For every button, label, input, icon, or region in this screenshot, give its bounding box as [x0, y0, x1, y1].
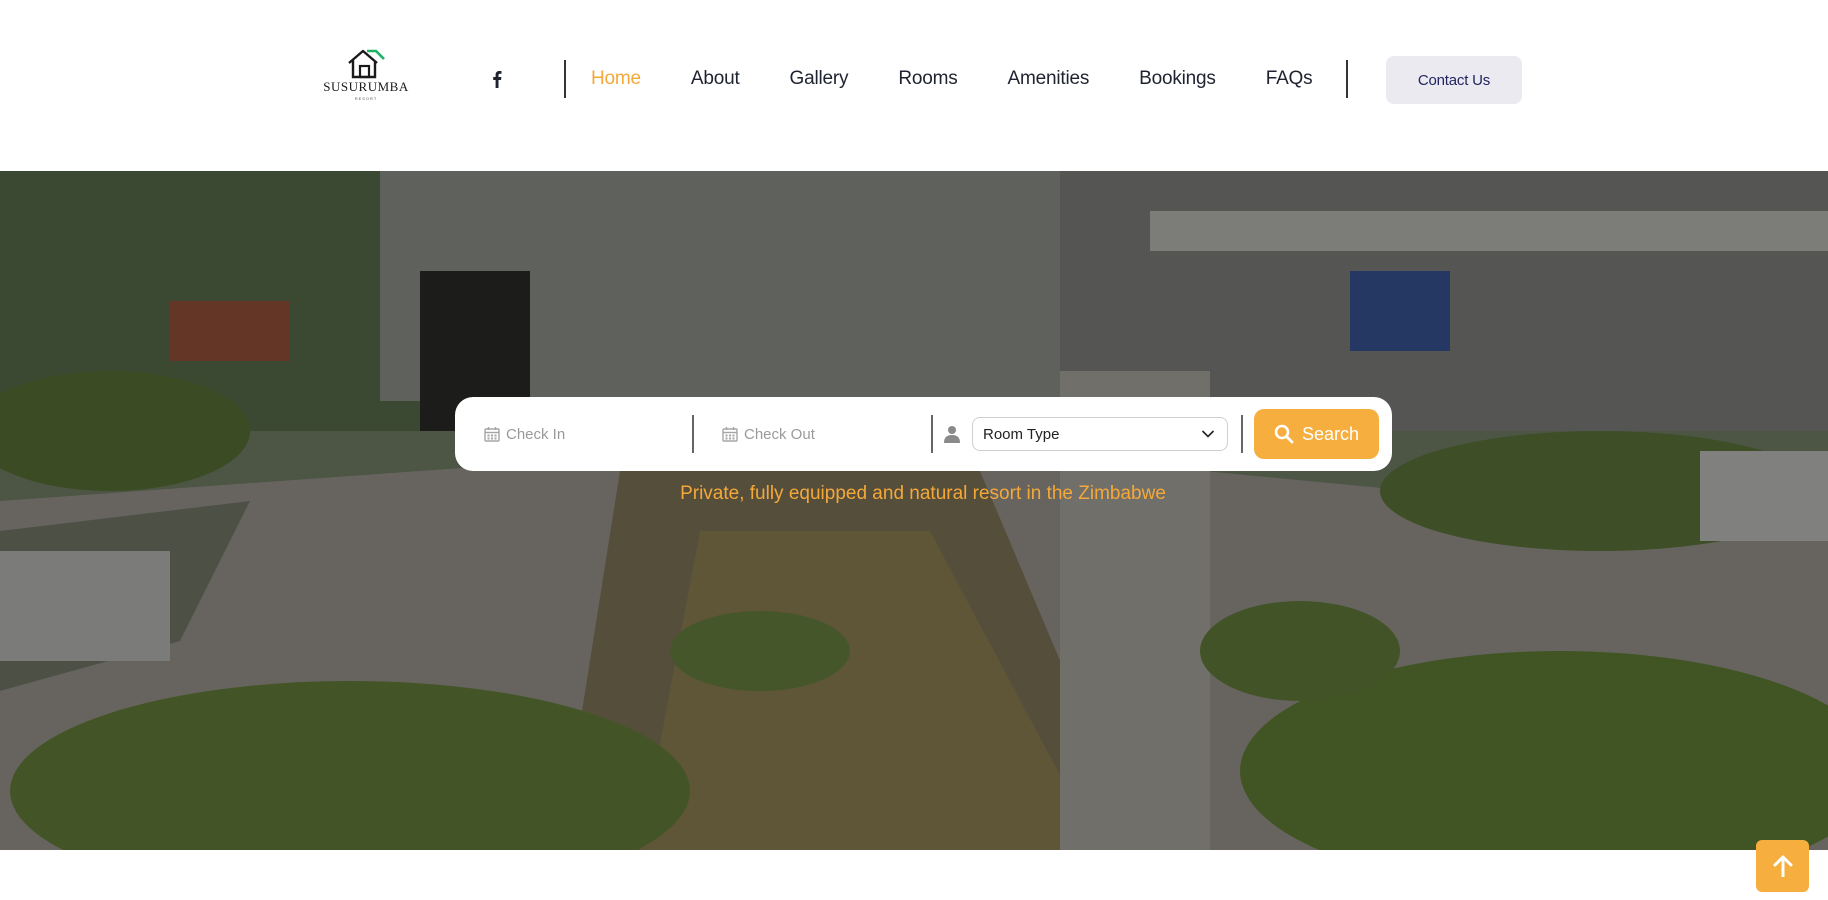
nav-item-rooms[interactable]: Rooms: [898, 66, 957, 92]
nav-item-bookings[interactable]: Bookings: [1139, 66, 1216, 92]
nav-item-about[interactable]: About: [691, 66, 740, 92]
hero-overlay: [0, 171, 1828, 850]
nav-item-amenities[interactable]: Amenities: [1008, 66, 1090, 92]
nav-item-home[interactable]: Home: [591, 66, 641, 92]
logo-text: SUSURUMBA: [323, 79, 409, 94]
guest-icon-wrap: [944, 397, 960, 471]
search-divider-3: [1241, 415, 1243, 453]
check-in-placeholder: Check In: [506, 425, 566, 443]
site-header: SUSURUMBA RESORT Home About Gallery Room…: [0, 0, 1828, 171]
user-icon: [944, 426, 960, 443]
facebook-icon: [493, 71, 502, 88]
back-to-top-button[interactable]: [1756, 840, 1809, 892]
search-icon: [1274, 424, 1294, 444]
nav-item-faqs[interactable]: FAQs: [1266, 66, 1313, 92]
hero-subtitle: Private, fully equipped and natural reso…: [680, 483, 1166, 504]
check-out-field[interactable]: Check Out: [722, 397, 815, 471]
facebook-link[interactable]: [489, 67, 505, 91]
calendar-icon: [722, 427, 738, 442]
arrow-up-icon: [1773, 855, 1792, 877]
main-nav: Home About Gallery Rooms Amenities Booki…: [591, 66, 1313, 92]
booking-search-bar: Check In Check Out Room Type Search: [455, 397, 1392, 471]
nav-divider-left: [564, 60, 566, 98]
house-logo-icon: [348, 49, 385, 79]
chevron-down-icon: [1201, 430, 1215, 438]
room-type-select[interactable]: Room Type: [972, 417, 1228, 451]
search-divider-1: [692, 415, 694, 453]
search-button[interactable]: Search: [1254, 409, 1379, 459]
check-in-field[interactable]: Check In: [484, 397, 565, 471]
search-button-label: Search: [1301, 423, 1360, 444]
logo-subtext: RESORT: [354, 96, 378, 101]
nav-divider-right: [1346, 60, 1348, 98]
check-out-placeholder: Check Out: [744, 425, 815, 443]
site-logo[interactable]: SUSURUMBA RESORT: [323, 48, 409, 104]
search-divider-2: [931, 415, 933, 453]
room-type-value: Room Type: [983, 425, 1060, 443]
contact-us-button[interactable]: Contact Us: [1386, 56, 1522, 104]
hero-section: Welcome to Susurumba Resort Private, ful…: [0, 171, 1828, 850]
nav-item-gallery[interactable]: Gallery: [790, 66, 849, 92]
calendar-icon: [484, 427, 500, 442]
